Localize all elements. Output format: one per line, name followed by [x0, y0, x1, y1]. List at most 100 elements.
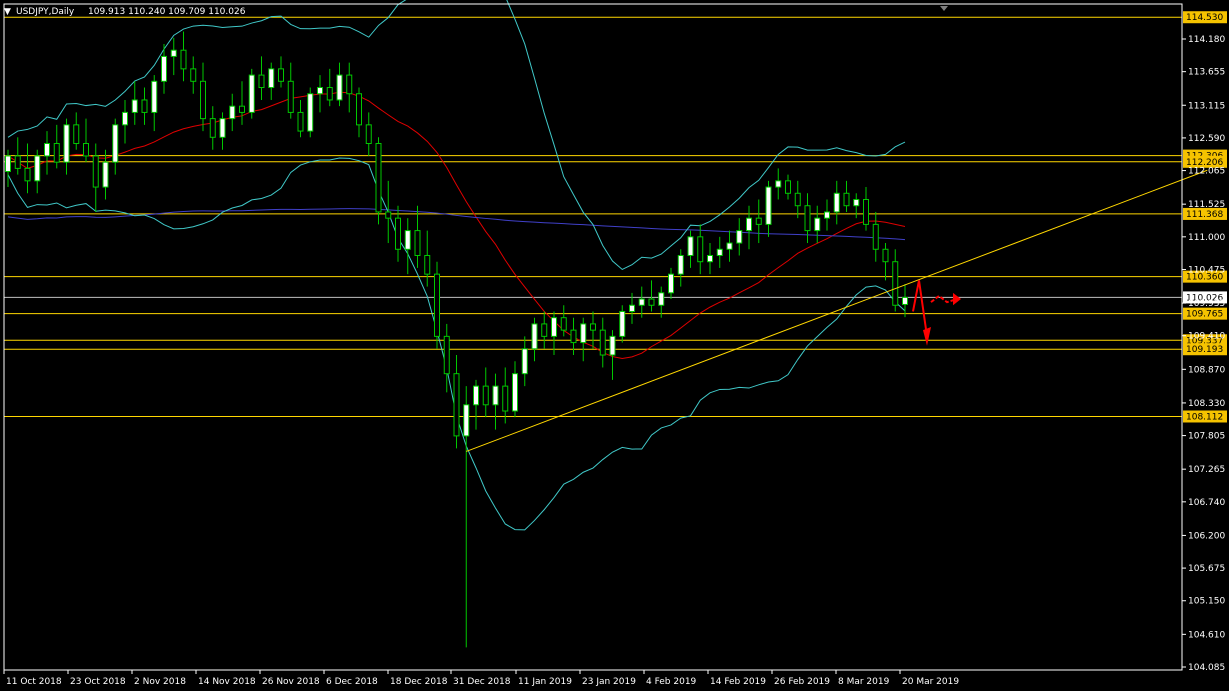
candle-up [531, 323, 538, 350]
y-tick-label: 105.675 [1188, 564, 1225, 574]
y-tick-label: 106.200 [1188, 531, 1225, 541]
candle-down [180, 49, 187, 70]
candle-up [170, 49, 177, 57]
dropdown-triangle-icon[interactable]: ▼ [4, 7, 11, 17]
candle-up [512, 373, 518, 412]
x-tick-label: 6 Dec 2018 [326, 677, 378, 687]
candle-down [209, 118, 216, 138]
candle-down [599, 329, 606, 356]
candle-up [629, 304, 635, 312]
y-tick-label: 112.065 [1188, 167, 1225, 177]
candle-up [551, 317, 557, 337]
y-tick-label: 109.935 [1188, 299, 1225, 309]
candle-down [385, 211, 392, 219]
chart-header: ▼ USDJPY,Daily 109.913 110.240 109.709 1… [4, 7, 246, 17]
candle-up [609, 335, 616, 356]
x-tick-label: 26 Nov 2018 [262, 677, 320, 687]
x-tick-label: 11 Jan 2019 [518, 677, 572, 687]
candle-down [287, 80, 294, 113]
candle-up [5, 155, 11, 173]
candle-down [882, 248, 889, 263]
candle-down [502, 385, 509, 412]
x-tick-label: 4 Feb 2019 [646, 677, 697, 687]
candle-down [356, 93, 362, 126]
candle-down [414, 230, 421, 256]
candle-up [492, 385, 499, 406]
candle-up [307, 93, 314, 132]
candle-up [619, 310, 626, 337]
candle-up [668, 273, 674, 294]
chart-canvas[interactable]: 114.530112.306112.206111.368110.360110.0… [0, 0, 1229, 691]
candle-down [541, 323, 548, 337]
candle-down [346, 74, 353, 95]
candle-up [716, 248, 723, 256]
candle-down [560, 317, 567, 331]
x-tick-label: 18 Dec 2018 [390, 677, 448, 687]
candle-down [434, 273, 440, 337]
candle-up [229, 105, 236, 120]
x-tick-label: 14 Feb 2019 [710, 677, 766, 687]
candle-down [892, 261, 899, 306]
candle-down [200, 80, 206, 120]
candle-down [141, 99, 148, 113]
x-tick-label: 11 Oct 2018 [6, 677, 62, 687]
candle-down [453, 373, 460, 437]
candle-down [872, 223, 879, 250]
x-tick-label: 26 Feb 2019 [774, 677, 830, 687]
candle-up [404, 230, 411, 250]
candle-up [677, 254, 684, 275]
y-tick-label: 113.115 [1188, 101, 1225, 111]
candle-down [239, 105, 245, 113]
x-tick-label: 2 Nov 2018 [134, 677, 186, 687]
level-label: 109.193 [1186, 345, 1223, 355]
y-tick-label: 111.000 [1188, 233, 1225, 243]
candle-down [375, 143, 382, 213]
candle-down [278, 68, 284, 82]
level-label: 111.368 [1186, 210, 1223, 220]
candle-up [736, 230, 743, 244]
x-tick-label: 14 Nov 2018 [198, 677, 256, 687]
candle-down [73, 124, 80, 145]
y-tick-label: 113.655 [1188, 68, 1225, 78]
candle-up [707, 254, 713, 263]
candle-up [317, 87, 323, 95]
candle-down [443, 335, 450, 375]
y-tick-label: 107.805 [1188, 432, 1225, 442]
candle-up [463, 404, 470, 437]
x-tick-label: 8 Mar 2019 [838, 677, 890, 687]
candle-up [833, 192, 840, 213]
ohlc-label: 109.913 110.240 109.709 110.026 [88, 7, 246, 17]
y-tick-label: 111.525 [1188, 200, 1225, 210]
y-tick-label: 104.610 [1188, 630, 1225, 640]
level-label: 108.112 [1186, 412, 1223, 422]
candle-up [336, 74, 343, 101]
x-tick-label: 20 Mar 2019 [902, 677, 959, 687]
candle-up [151, 80, 158, 113]
candle-up [131, 99, 138, 113]
candle-up [687, 236, 694, 256]
x-tick-label: 23 Oct 2018 [70, 677, 126, 687]
candle-down [590, 323, 596, 331]
symbol-label: USDJPY,Daily [16, 7, 75, 17]
candle-down [395, 217, 401, 250]
candle-up [473, 385, 479, 406]
x-tick-label: 31 Dec 2018 [453, 677, 511, 687]
candle-down [365, 124, 372, 145]
candle-down [14, 155, 21, 169]
candle-up [765, 186, 772, 225]
candle-up [658, 292, 665, 306]
candle-up [268, 68, 275, 89]
candle-up [902, 296, 908, 305]
candle-up [638, 298, 645, 306]
level-label: 109.765 [1186, 310, 1223, 320]
y-tick-label: 106.740 [1188, 498, 1225, 508]
candle-down [863, 198, 869, 225]
candle-down [794, 192, 801, 207]
y-tick-label: 108.870 [1188, 365, 1225, 375]
y-tick-label: 107.265 [1188, 465, 1225, 475]
candle-down [785, 180, 791, 194]
candle-up [44, 143, 50, 157]
candle-up [34, 155, 41, 182]
candle-down [843, 192, 850, 207]
candle-down [24, 167, 31, 182]
